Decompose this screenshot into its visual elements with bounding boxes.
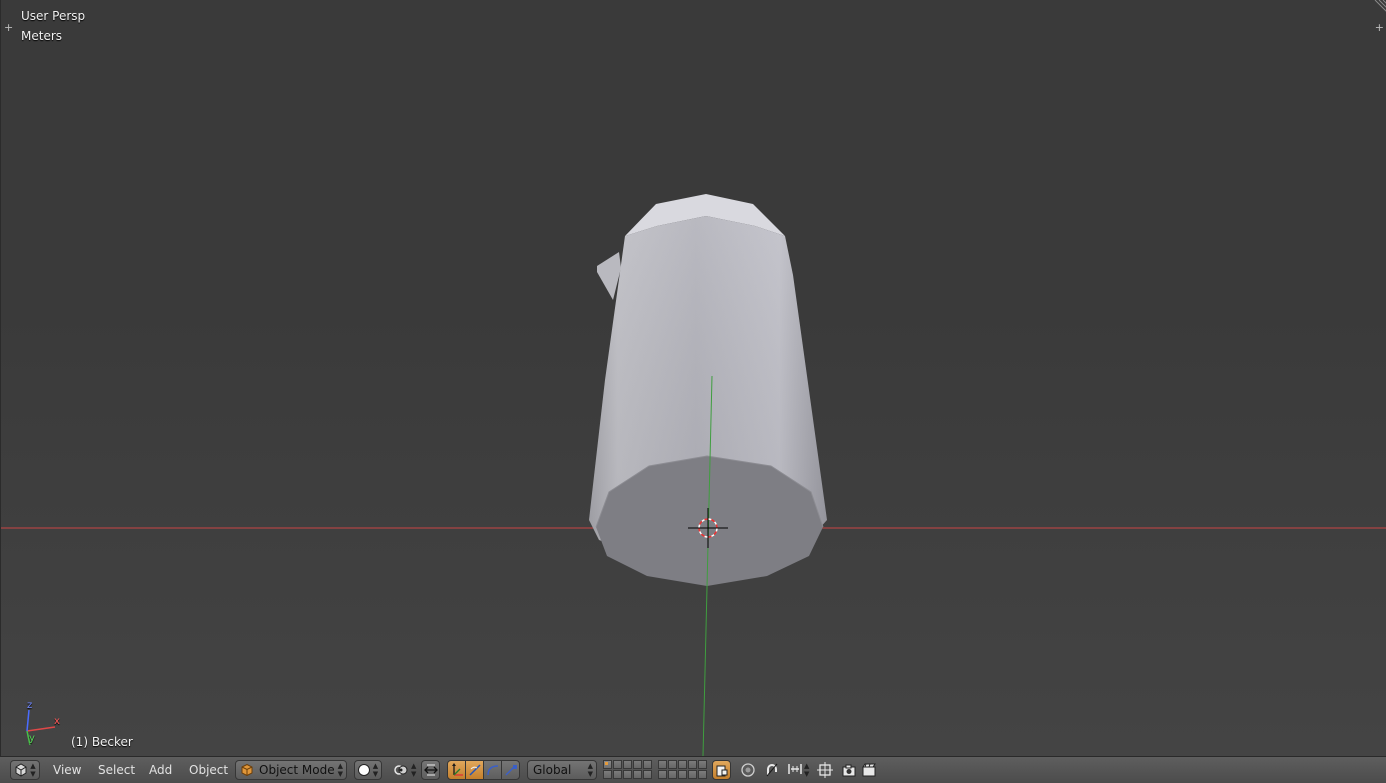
rotate-icon[interactable] (465, 760, 484, 780)
layers-group-2[interactable] (658, 760, 707, 779)
pivot-point-selector[interactable]: ▲ ▼ (391, 760, 416, 780)
layer-11[interactable] (603, 770, 612, 779)
layer-6[interactable] (658, 760, 667, 769)
layer-10[interactable] (698, 760, 707, 769)
layer-16[interactable] (658, 770, 667, 779)
region-expand-left-icon[interactable]: + (4, 22, 13, 33)
viewport-header: ▲ ▼ View Select Add Object Object Mode ▲ ▼… (0, 756, 1386, 783)
editor-type-selector[interactable]: ▲ ▼ (10, 760, 40, 780)
object-mode-icon (241, 764, 253, 776)
transform-manipulators (447, 760, 520, 780)
opengl-animation-icon[interactable] (860, 761, 878, 779)
layer-2[interactable] (613, 760, 622, 769)
layer-8[interactable] (678, 760, 687, 769)
snap-element-selector[interactable]: ▲ ▼ (786, 760, 809, 778)
manipulator-icon (421, 760, 440, 780)
menu-select[interactable]: Select (88, 763, 145, 777)
scene-canvas[interactable] (1, 0, 1386, 756)
snap-target-icon[interactable] (816, 761, 834, 779)
proportional-edit-icon[interactable] (739, 761, 757, 779)
dropdown-arrows-icon: ▲ ▼ (587, 762, 593, 778)
area-split-corner-icon[interactable] (1373, 0, 1386, 14)
region-expand-right-icon[interactable]: + (1375, 22, 1384, 33)
gizmo-x-label: x (54, 716, 60, 727)
transform-orientation-selector[interactable]: Global ▲ ▼ (527, 760, 597, 780)
mode-label: Object Mode (259, 763, 335, 777)
manipulator-toggle[interactable] (421, 760, 440, 780)
dropdown-arrows-icon: ▲ ▼ (337, 762, 343, 778)
menu-object[interactable]: Object (179, 763, 238, 777)
scale-icon[interactable] (483, 760, 502, 780)
layer-18[interactable] (678, 770, 687, 779)
active-object-label: (1) Becker (71, 735, 133, 749)
layer-17[interactable] (668, 770, 677, 779)
translate-icon[interactable] (447, 760, 466, 780)
pivot-point-icon (391, 760, 411, 780)
snap-element-icon (786, 760, 804, 778)
layer-14[interactable] (633, 770, 642, 779)
layers-group-1[interactable] (603, 760, 652, 779)
layer-19[interactable] (688, 770, 697, 779)
magnet-icon[interactable] (763, 761, 781, 779)
opengl-render-icon[interactable] (840, 761, 858, 779)
layer-9[interactable] (688, 760, 697, 769)
menu-add[interactable]: Add (139, 763, 182, 777)
layer-20[interactable] (698, 770, 707, 779)
viewport-shading-selector[interactable]: ▲ ▼ (354, 760, 382, 780)
layer-1[interactable] (603, 760, 612, 769)
layer-4[interactable] (633, 760, 642, 769)
layer-5[interactable] (643, 760, 652, 769)
gizmo-z-label: z (27, 700, 33, 711)
3d-viewport[interactable]: User Persp Meters (1) Becker z x y + + (0, 0, 1386, 756)
gizmo-y-label: y (29, 733, 35, 744)
lock-layers-icon (712, 760, 731, 780)
units-label: Meters (21, 29, 63, 43)
orientation-label: Global (533, 763, 572, 777)
scale-tool-icon[interactable] (501, 760, 520, 780)
layer-12[interactable] (613, 770, 622, 779)
view-name-label: User Persp (21, 9, 86, 23)
lock-layers-toggle[interactable] (712, 760, 731, 780)
3d-view-icon (15, 763, 27, 777)
menu-view[interactable]: View (43, 763, 91, 777)
mode-selector[interactable]: Object Mode ▲ ▼ (235, 760, 347, 780)
layer-15[interactable] (643, 770, 652, 779)
layer-3[interactable] (623, 760, 632, 769)
solid-shading-icon (357, 764, 370, 776)
layer-13[interactable] (623, 770, 632, 779)
layer-7[interactable] (668, 760, 677, 769)
